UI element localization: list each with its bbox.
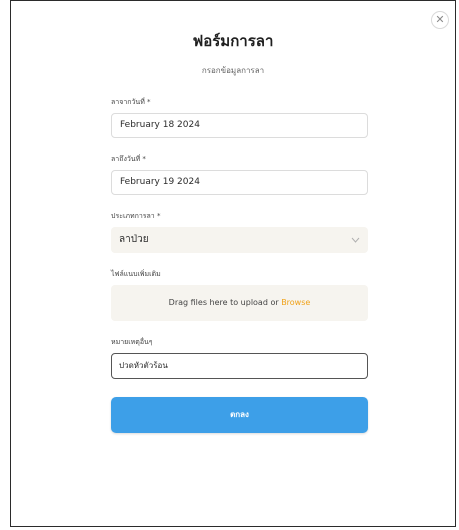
close-icon[interactable]: ✕	[431, 11, 449, 29]
form-subtitle: กรอกข้อมูลการลา	[201, 66, 265, 75]
leave-type-value: ลาป่วย	[119, 234, 149, 245]
note-label: หมายเหตุอื่นๆ	[111, 338, 153, 346]
file-dropzone[interactable]: Drag files here to upload or Browse	[111, 285, 368, 321]
browse-link[interactable]: Browse	[281, 298, 310, 307]
from-date-field[interactable]: February 18 2024	[111, 113, 368, 138]
note-field[interactable]: ปวดหัวตัวร้อน	[111, 353, 368, 379]
chevron-down-icon	[351, 227, 360, 264]
form-title: ฟอร์มการลา	[192, 32, 274, 50]
submit-button[interactable]: ตกลง	[111, 397, 368, 433]
leave-type-select[interactable]: ลาป่วย	[111, 227, 368, 253]
dropzone-prompt: Drag files here to upload or	[168, 298, 282, 307]
leave-type-label: ประเภทการลา *	[111, 212, 161, 220]
to-date-label: ลาถึงวันที่ *	[111, 155, 146, 163]
attachment-label: ไฟล์แนบเพิ่มเติม	[111, 270, 161, 278]
to-date-field[interactable]: February 19 2024	[111, 170, 368, 195]
from-date-label: ลาจากวันที่ *	[111, 98, 151, 106]
leave-form-modal: ✕ ฟอร์มการลา กรอกข้อมูลการลา ลาจากวันที่…	[10, 0, 456, 527]
